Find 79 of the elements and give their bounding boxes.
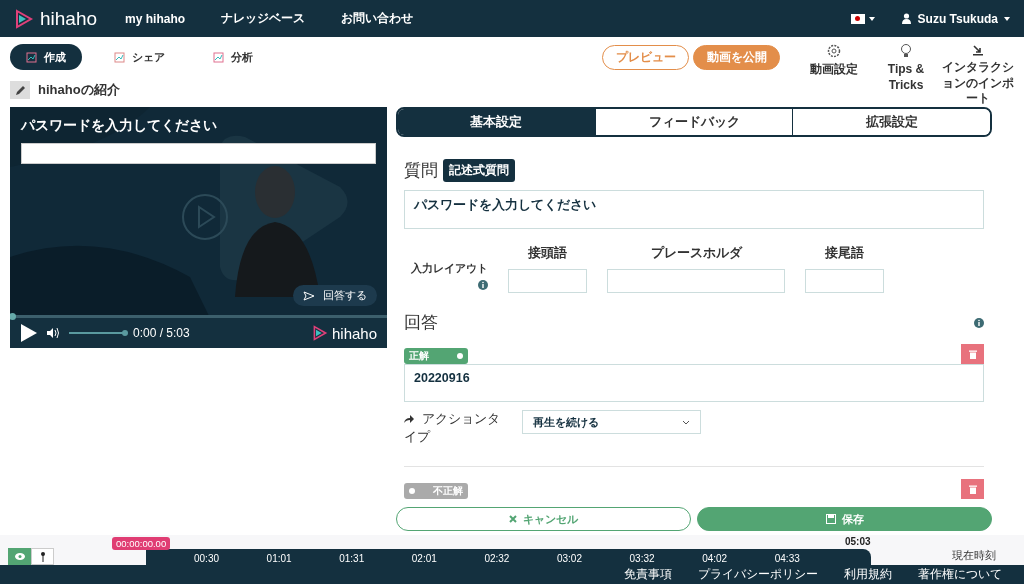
field-label: プレースホルダ bbox=[650, 245, 742, 262]
settings-tab[interactable]: 拡張設定 bbox=[792, 109, 990, 135]
mode-tab[interactable]: 分析 bbox=[197, 44, 269, 70]
footer-link[interactable]: プライバシーポリシー bbox=[698, 567, 818, 582]
chart-icon bbox=[26, 51, 37, 63]
layout-input[interactable] bbox=[508, 269, 587, 293]
field-label: 接尾語 bbox=[825, 245, 864, 262]
time-display: 0:00 / 5:03 bbox=[133, 326, 190, 340]
close-icon bbox=[509, 515, 517, 524]
settings-icon bbox=[826, 43, 842, 59]
delete-button[interactable] bbox=[961, 479, 984, 500]
current-time-label: 現在時刻 bbox=[952, 549, 996, 563]
toolbar-button[interactable]: 動画設定 bbox=[798, 37, 870, 78]
time-tick: 02:32 bbox=[484, 552, 511, 565]
info-icon bbox=[974, 317, 984, 328]
nav-link[interactable]: ナレッジベース bbox=[221, 10, 306, 27]
edit-button[interactable] bbox=[10, 81, 30, 99]
lightbulb-icon bbox=[899, 43, 913, 59]
delete-button[interactable] bbox=[961, 344, 984, 364]
volume-icon[interactable] bbox=[46, 327, 61, 339]
logo-icon bbox=[311, 325, 328, 341]
trash-icon bbox=[968, 349, 977, 359]
question-text: パスワードを入力してください bbox=[21, 117, 218, 135]
question-field[interactable]: パスワードを入力してください bbox=[404, 190, 984, 229]
time-tick: 04:33 bbox=[774, 552, 801, 565]
answer-button[interactable]: 回答する bbox=[293, 285, 377, 306]
layout-input[interactable] bbox=[805, 269, 884, 293]
trash-icon bbox=[968, 484, 977, 494]
play-icon[interactable] bbox=[20, 323, 38, 343]
user-menu[interactable]: Suzu Tsukuda bbox=[900, 11, 1010, 26]
player-logo-text: hihaho bbox=[331, 324, 377, 342]
user-icon bbox=[900, 13, 912, 24]
progress-knob[interactable] bbox=[10, 313, 16, 320]
time-tick: 00:30 bbox=[194, 552, 221, 565]
layout-input[interactable] bbox=[607, 269, 785, 293]
logo-icon bbox=[14, 8, 34, 29]
chart-icon bbox=[114, 51, 125, 63]
settings-tab[interactable]: 基本設定 bbox=[398, 109, 595, 135]
info-icon bbox=[478, 280, 488, 290]
toolbar-button[interactable]: Tips & Tricks bbox=[870, 37, 942, 94]
chart-icon bbox=[213, 51, 224, 63]
question-heading: 質問 bbox=[404, 160, 438, 182]
time-tick: 01:01 bbox=[266, 552, 293, 565]
layout-label: 入力レイアウト bbox=[411, 262, 488, 276]
footer-link[interactable]: 免責事項 bbox=[624, 567, 672, 582]
time-tick: 04:02 bbox=[702, 552, 729, 565]
import-icon bbox=[971, 43, 985, 57]
pin-button[interactable] bbox=[31, 548, 54, 565]
time-tick: 02:01 bbox=[411, 552, 438, 565]
answer-field[interactable]: 20220916 bbox=[404, 364, 984, 402]
answer-input[interactable] bbox=[21, 143, 376, 164]
action-type-label: アクションタイプ bbox=[404, 411, 500, 447]
footer-link[interactable]: 利用規約 bbox=[844, 567, 892, 582]
eye-icon bbox=[14, 553, 25, 560]
time-tick: 03:32 bbox=[629, 552, 656, 565]
logo-text: hihaho bbox=[40, 7, 98, 30]
answers-heading: 回答 bbox=[404, 312, 438, 334]
flag-icon[interactable] bbox=[850, 13, 865, 24]
playhead-marker[interactable]: 00:00:00.00 bbox=[112, 537, 171, 550]
send-icon bbox=[303, 290, 315, 301]
toolbar-button[interactable]: インタラクションのインポート bbox=[942, 37, 1014, 107]
question-type-badge: 記述式質問 bbox=[443, 159, 515, 182]
nav-link[interactable]: my hihaho bbox=[125, 11, 186, 26]
chevron-icon bbox=[682, 419, 690, 425]
volume-knob[interactable] bbox=[122, 329, 128, 336]
mode-tab[interactable]: 作成 bbox=[10, 44, 82, 70]
nav-link[interactable]: お問い合わせ bbox=[341, 10, 414, 27]
video-title: hihahoの紹介 bbox=[38, 81, 120, 99]
progress-track[interactable] bbox=[10, 315, 387, 318]
time-tick: 03:02 bbox=[556, 552, 583, 565]
footer-link[interactable]: 著作権について bbox=[918, 567, 1002, 582]
time-tick: 01:31 bbox=[339, 552, 366, 565]
arrow-icon bbox=[404, 415, 414, 423]
action-select[interactable]: 再生を続ける bbox=[522, 410, 701, 434]
pin-icon bbox=[40, 551, 45, 562]
field-label: 接頭語 bbox=[528, 245, 567, 262]
pencil-icon bbox=[14, 84, 26, 96]
mode-tab[interactable]: シェア bbox=[98, 44, 181, 70]
end-time: 05:03 bbox=[845, 536, 871, 547]
